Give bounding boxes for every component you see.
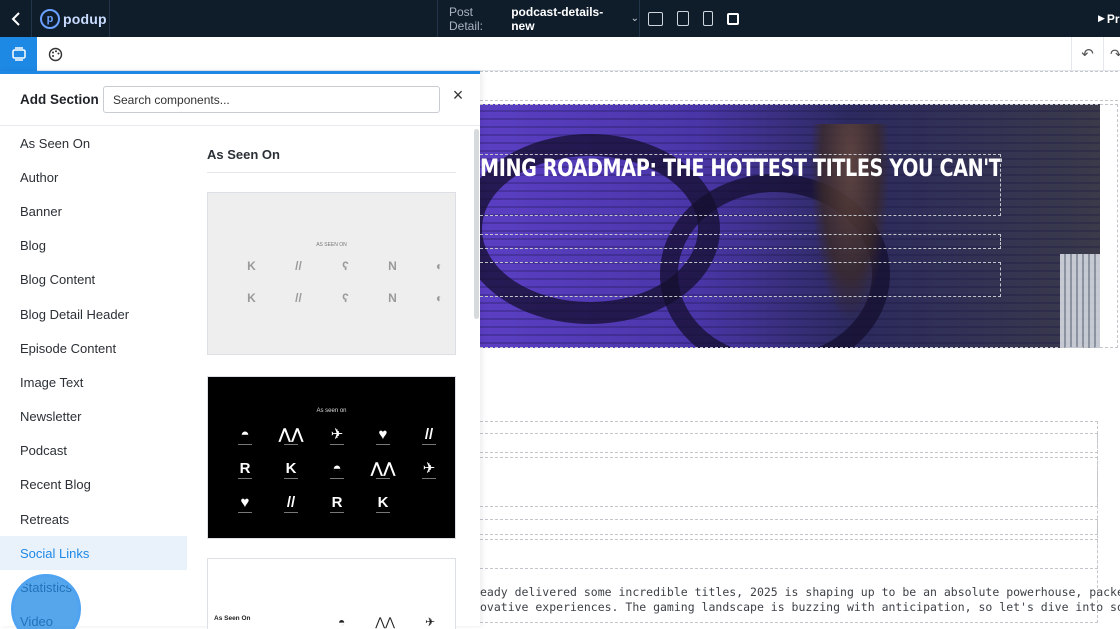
back-button[interactable] [0, 0, 32, 37]
component-group-title: As Seen On [207, 147, 280, 162]
fullscreen-icon[interactable] [727, 12, 739, 25]
device-switcher [648, 0, 739, 37]
brand-logo-icon: K [284, 460, 298, 479]
list-item[interactable]: Episode Content [0, 331, 187, 365]
brand-logo-icon: ⋀⋀ [370, 460, 396, 479]
card-label: As seen on [316, 408, 347, 414]
post-detail-value: podcast-details-new [511, 4, 604, 33]
brand-logo-icon: ♥ [222, 493, 268, 515]
redo-icon[interactable]: ↷ [1103, 37, 1120, 71]
logo-icon: p [40, 8, 60, 29]
sections-tool-button[interactable] [0, 37, 37, 71]
brand-logo-icon: ◓ [222, 425, 268, 447]
brand-logo-icon: N [388, 291, 397, 305]
component-card-light[interactable]: AS SEEN ON K // ʕ N ◐ K // ʕ N ◐ [207, 192, 456, 355]
phone-icon[interactable] [703, 11, 713, 26]
card-title: As Seen On [214, 615, 251, 622]
brand-logo-icon: ✈ [422, 460, 436, 479]
component-card-inline[interactable]: As Seen On ◓ ⋀⋀ ✈ [207, 558, 456, 629]
brand-logo-icon: K [247, 291, 256, 305]
editor-toolbar: ↶ ↷ [0, 37, 1120, 71]
article-line: eady delivered some incredible titles, 2… [480, 585, 1120, 599]
panel-header: Add Section × [0, 74, 480, 126]
post-detail-selector[interactable]: Post Detail: podcast-details-new ⌄ [437, 0, 640, 37]
component-card-dark[interactable]: As seen on ◓ ⋀⋀ ✈ ♥ // R K ◓ ⋀⋀ ✈ ♥ // R… [207, 376, 456, 539]
brand-logo-icon: ♥ [360, 425, 406, 447]
chevron-down-icon: ⌄ [630, 13, 639, 24]
brand-logo-icon: ʕ [342, 259, 349, 273]
post-detail-label: Post Detail: [449, 4, 484, 33]
search-input[interactable] [103, 86, 440, 113]
list-item[interactable]: Recent Blog [0, 468, 187, 502]
play-icon: ▶ [1098, 13, 1105, 23]
logo-text: podup [63, 10, 107, 27]
component-preview-area: As Seen On AS SEEN ON K // ʕ N ◐ K // ʕ … [187, 126, 475, 629]
brand-logo-icon: // [406, 425, 452, 447]
list-item[interactable]: Retreats [0, 502, 187, 536]
list-item[interactable]: Blog Detail Header [0, 297, 187, 331]
page-canvas[interactable]: MING ROADMAP: THE HOTTEST TITLES YOU CAN… [480, 71, 1120, 626]
tablet-icon[interactable] [677, 11, 689, 26]
content-block-outline [480, 519, 1098, 535]
list-item[interactable]: Blog [0, 229, 187, 263]
card-label: AS SEEN ON [316, 242, 347, 248]
list-item[interactable]: Banner [0, 194, 187, 228]
list-item[interactable]: Author [0, 160, 187, 194]
brand-logo-icon: K [376, 494, 390, 513]
brand-logo-icon: // [295, 291, 302, 305]
palette-icon [48, 47, 63, 61]
brand-logo-icon: // [268, 493, 314, 515]
close-icon[interactable]: × [449, 86, 467, 104]
panel-scrollbar[interactable] [474, 129, 479, 319]
brand-logo-icon: N [388, 259, 397, 273]
top-bar: p podup Post Detail: podcast-details-new… [0, 0, 1120, 37]
canvas-section-outline [480, 71, 1118, 101]
panel-title: Add Section [20, 92, 99, 107]
brand-logo-icon: ◐ [435, 291, 444, 305]
list-item[interactable]: Image Text [0, 365, 187, 399]
sections-icon [11, 47, 26, 61]
list-item[interactable]: Newsletter [0, 400, 187, 434]
app-logo[interactable]: p podup [32, 0, 110, 37]
content-block-outline [480, 433, 1098, 453]
logo-grid: K // ʕ N ◐ K // ʕ N ◐ [228, 259, 463, 305]
list-item[interactable]: Podcast [0, 434, 187, 468]
article-line: ovative experiences. The gaming landscap… [480, 600, 1120, 614]
brand-logo-icon: ◐ [435, 259, 444, 273]
brand-logo-icon: ✈ [424, 615, 435, 629]
brand-logo-icon: ◓ [314, 459, 360, 481]
brand-logo-icon: // [295, 259, 302, 273]
list-item[interactable]: As Seen On [0, 126, 187, 160]
brand-logo-icon: R [330, 494, 344, 513]
hero-outline [480, 104, 1118, 348]
content-block-outline [480, 539, 1098, 569]
content-block-outline [480, 457, 1098, 507]
brand-logo-icon: K [247, 259, 256, 273]
brand-logo-icon: R [238, 460, 252, 479]
brand-logo-icon: ✈ [330, 426, 344, 445]
brand-logo-icon: ◓ [338, 615, 346, 629]
add-section-panel: Add Section × As Seen On Author Banner B… [0, 71, 480, 629]
brand-logo-icon: ⋀⋀ [375, 615, 395, 629]
list-item-social-links[interactable]: Social Links [0, 536, 187, 571]
logo-grid: ◓ ⋀⋀ ✈ ♥ // R K ◓ ⋀⋀ ✈ ♥ // R K [222, 425, 452, 515]
article-body[interactable]: eady delivered some incredible titles, 2… [480, 585, 1120, 615]
brand-logo-icon: ʕ [342, 291, 349, 305]
divider [207, 172, 456, 173]
section-list: As Seen On Author Banner Blog Blog Conte… [0, 126, 187, 629]
list-item[interactable]: Blog Content [0, 263, 187, 297]
preview-label: Pr [1106, 11, 1120, 26]
undo-icon[interactable]: ↶ [1071, 37, 1103, 71]
desktop-icon[interactable] [648, 11, 663, 26]
theme-tool-button[interactable] [37, 37, 74, 71]
preview-button[interactable]: ▶ Pr [1098, 0, 1120, 37]
logo-row: ◓ ⋀⋀ ✈ [338, 615, 435, 629]
chevron-left-icon [11, 11, 20, 26]
brand-logo-icon: ⋀⋀ [278, 426, 304, 445]
